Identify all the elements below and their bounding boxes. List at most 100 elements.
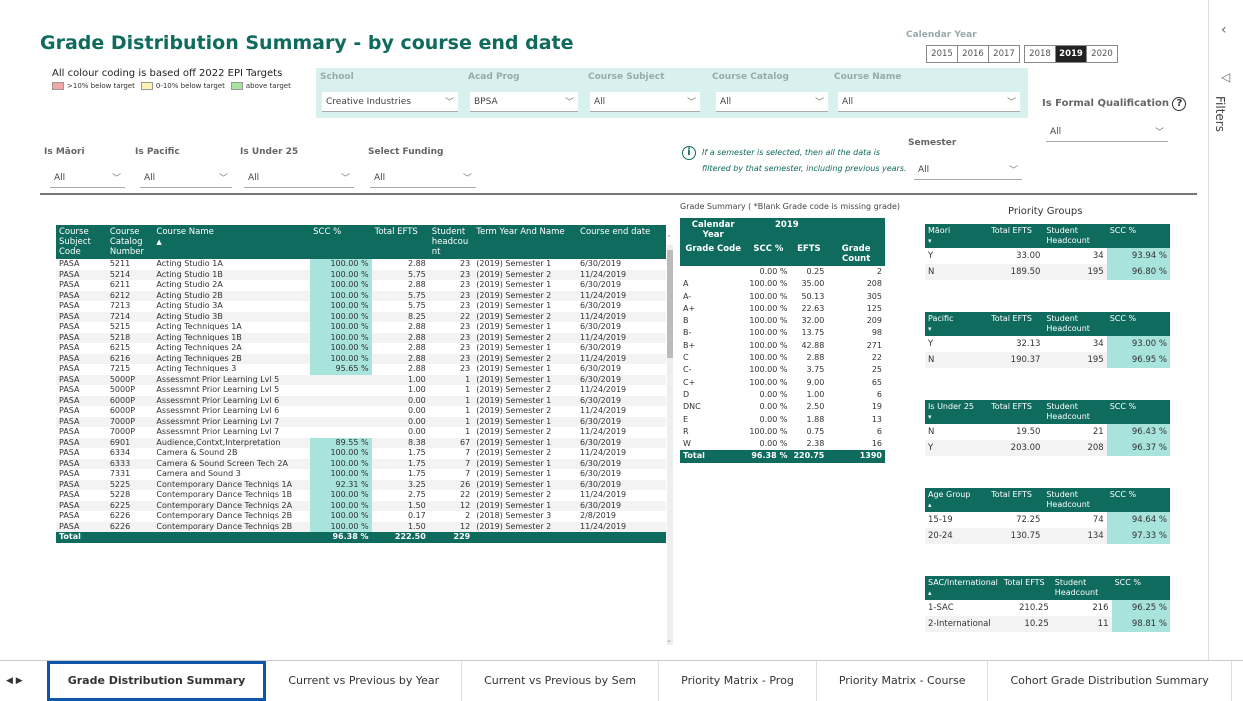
col-scc[interactable]: SCC % (1111, 576, 1170, 600)
col-student-headcount[interactable]: Student Headcount (1043, 224, 1107, 248)
year-button-2018[interactable]: 2018 (1024, 45, 1056, 63)
col-student-headcount[interactable]: Student Headcount (1043, 488, 1107, 512)
table-row[interactable]: PASA 7213 Acting Studio 3A 100.00 % 5.75 23 (2… (56, 301, 666, 312)
table-row[interactable]: PASA 5228 Contemporary Dance Techniqs 1B 10… (56, 490, 666, 501)
grade-row[interactable]: 0.00 % 0.25 2 (680, 266, 885, 278)
grade-row[interactable]: C 100.00 % 2.88 22 (680, 352, 885, 364)
priority-row[interactable]: N 19.50 21 96.43 % (925, 424, 1170, 440)
priority-row[interactable]: Y 33.00 34 93.94 % (925, 248, 1170, 264)
grade-row[interactable]: C- 100.00 % 3.75 25 (680, 364, 885, 376)
table-row[interactable]: PASA 5000P Assessmnt Prior Learning Lvl 5 1… (56, 385, 666, 396)
col-grade-count[interactable]: Grade Count (827, 242, 885, 266)
table-row[interactable]: PASA 5215 Acting Techniques 1A 100.00 % 2.88… (56, 322, 666, 333)
col-scc[interactable]: SCC % (1106, 312, 1170, 336)
grade-row[interactable]: A 100.00 % 35.00 208 (680, 278, 885, 290)
grade-row[interactable]: W 0.00 % 2.38 16 (680, 438, 885, 450)
col-group-label[interactable]: Age Group ▴ (925, 488, 989, 512)
col-group-label[interactable]: SAC/International ▴ (925, 576, 1001, 600)
table-row[interactable]: PASA 6000P Assessmnt Prior Learning Lvl 60… (56, 395, 666, 406)
funding-select[interactable]: All ﹀ (370, 168, 476, 188)
table-row[interactable]: PASA 6901 Audience,Contxt,Interpretation 89… (56, 437, 666, 448)
filter-funnel-icon[interactable]: ◁ (1221, 70, 1230, 84)
table-row[interactable]: PASA 6216 Acting Techniques 2B 100.00 % 2.88… (56, 353, 666, 364)
grade-row[interactable]: R 100.00 % 0.75 6 (680, 426, 885, 438)
col-group-label[interactable]: Pacific ▾ (925, 312, 989, 336)
grade-row[interactable]: C+ 100.00 % 9.00 65 (680, 377, 885, 389)
collapse-icon[interactable]: ‹ (1221, 22, 1227, 38)
priority-row[interactable]: N 190.37 195 96.95 % (925, 352, 1170, 368)
grade-row[interactable]: A- 100.00 % 50.13 305 (680, 291, 885, 303)
col-total-efts[interactable]: Total EFTS (988, 400, 1044, 424)
table-row[interactable]: PASA 7000P Assessmnt Prior Learning Lvl 70… (56, 427, 666, 438)
year-button-2020[interactable]: 2020 (1086, 45, 1118, 63)
grade-row[interactable]: A+ 100.00 % 22.63 125 (680, 303, 885, 315)
col-course-subject-code[interactable]: Course Subject Code (56, 225, 107, 259)
col-total-efts[interactable]: Total EFTS (988, 224, 1044, 248)
table-row[interactable]: PASA 5214 Acting Studio 1B 100.00 % 5.75 23 (2… (56, 269, 666, 280)
table-row[interactable]: PASA 6333 Camera & Sound Screen Tech 2A 100… (56, 458, 666, 469)
table-row[interactable]: PASA 7000P Assessmnt Prior Learning Lvl 70… (56, 416, 666, 427)
col-course-end-date[interactable]: Course end date (577, 225, 666, 259)
col-course-catalog-number[interactable]: Course Catalog Number (106, 225, 154, 259)
tab-cohort-grade-distribution-summary[interactable]: Cohort Grade Distribution Summary (988, 661, 1232, 701)
scroll-down-icon[interactable]: ⌄ (666, 636, 672, 644)
col-grade-efts[interactable]: EFTS (790, 242, 828, 266)
tab-prev-icon[interactable]: ◀ (6, 676, 13, 686)
col-group-label[interactable]: Māori ▾ (925, 224, 989, 248)
year-button-2019[interactable]: 2019 (1055, 45, 1087, 63)
col-term-year[interactable]: Term Year And Name (473, 225, 578, 259)
table-scrollbar-thumb[interactable] (667, 250, 673, 358)
col-total-efts[interactable]: Total EFTS (988, 312, 1044, 336)
course-subject-select[interactable]: All ﹀ (590, 92, 700, 112)
col-scc[interactable]: SCC % (310, 225, 372, 259)
grade-row[interactable]: D 0.00 % 1.00 6 (680, 389, 885, 401)
grade-row[interactable]: DNC 0.00 % 2.50 19 (680, 401, 885, 413)
col-scc[interactable]: SCC % (1106, 224, 1170, 248)
school-select[interactable]: Creative Industries ﹀ (322, 92, 458, 112)
table-row[interactable]: PASA 6225 Contemporary Dance Techniqs 2A 10… (56, 500, 666, 511)
col-student-headcount[interactable]: Student Headcount (1043, 400, 1107, 424)
semester-select[interactable]: All ﹀ (914, 160, 1022, 180)
col-grade-code[interactable]: Grade Code (680, 242, 747, 266)
priority-row[interactable]: 1-SAC 210.25 216 96.25 % (925, 600, 1170, 616)
col-total-efts[interactable]: Total EFTS (988, 488, 1044, 512)
priority-row[interactable]: Y 32.13 34 93.00 % (925, 336, 1170, 352)
scroll-up-icon[interactable]: ⌃ (666, 234, 672, 242)
course-name-select[interactable]: All ﹀ (838, 92, 1020, 112)
col-student-headcount[interactable]: Student Headcount (1043, 312, 1107, 336)
col-total-efts[interactable]: Total EFTS (371, 225, 429, 259)
grade-row[interactable]: B 100.00 % 32.00 209 (680, 315, 885, 327)
tab-priority-matrix-course[interactable]: Priority Matrix - Course (817, 661, 989, 701)
table-row[interactable]: PASA 6226 Contemporary Dance Techniqs 2B 10… (56, 511, 666, 522)
is-formal-select[interactable]: All ﹀ (1046, 122, 1168, 142)
tab-current-vs-previous-by-sem[interactable]: Current vs Previous by Sem (462, 661, 660, 701)
filters-pane-label[interactable]: Filters (1213, 96, 1227, 132)
priority-row[interactable]: 20-24 130.75 134 97.33 % (925, 528, 1170, 544)
priority-row[interactable]: N 189.50 195 96.80 % (925, 264, 1170, 280)
table-row[interactable]: PASA 7214 Acting Studio 3B 100.00 % 8.25 22 (2… (56, 311, 666, 322)
table-row[interactable]: PASA 7215 Acting Techniques 3 95.65 % 2.88 23… (56, 364, 666, 375)
col-group-label[interactable]: Is Under 25 ▾ (925, 400, 989, 424)
grade-row[interactable]: E 0.00 % 1.88 13 (680, 414, 885, 426)
table-row[interactable]: PASA 5218 Acting Techniques 1B 100.00 % 2.88… (56, 332, 666, 343)
table-row[interactable]: PASA 6226 Contemporary Dance Techniqs 2B 10… (56, 521, 666, 532)
acad-prog-select[interactable]: BPSA ﹀ (470, 92, 578, 112)
table-row[interactable]: PASA 6334 Camera & Sound 2B 100.00 % 1.75 7 (2… (56, 448, 666, 459)
table-row[interactable]: PASA 6215 Acting Techniques 2A 100.00 % 2.88… (56, 343, 666, 354)
table-row[interactable]: PASA 5211 Acting Studio 1A 100.00 % 2.88 23 (2… (56, 259, 666, 270)
is-pacific-select[interactable]: All ﹀ (140, 168, 232, 188)
col-total-efts[interactable]: Total EFTS (1000, 576, 1052, 600)
table-row[interactable]: PASA 6211 Acting Studio 2A 100.00 % 2.88 23 (2… (56, 280, 666, 291)
tab-next-icon[interactable]: ▶ (16, 676, 23, 686)
is-under25-select[interactable]: All ﹀ (244, 168, 354, 188)
table-row[interactable]: PASA 5225 Contemporary Dance Techniqs 1A 92… (56, 479, 666, 490)
priority-row[interactable]: 2-International 10.25 11 98.81 % (925, 616, 1170, 632)
priority-row[interactable]: 15-19 72.25 74 94.64 % (925, 512, 1170, 528)
table-row[interactable]: PASA 6000P Assessmnt Prior Learning Lvl 60… (56, 406, 666, 417)
col-student-headcount[interactable]: Student headcount (428, 225, 474, 259)
table-row[interactable]: PASA 7331 Camera and Sound 3 100.00 % 1.75 7 (… (56, 469, 666, 480)
table-row[interactable]: PASA 6212 Acting Studio 2B 100.00 % 5.75 23 (2… (56, 290, 666, 301)
tab-priority-matrix-prog[interactable]: Priority Matrix - Prog (659, 661, 817, 701)
priority-row[interactable]: Y 203.00 208 96.37 % (925, 440, 1170, 456)
year-button-2015[interactable]: 2015 (926, 45, 958, 63)
